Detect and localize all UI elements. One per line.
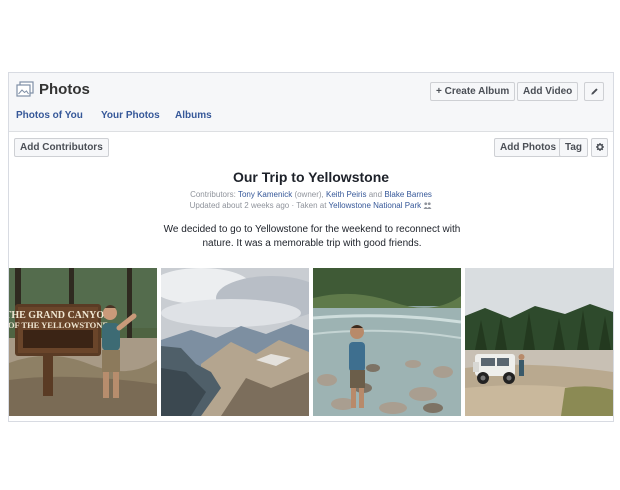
album-contributors: Contributors: Tony Kamenick (owner), Kei… — [9, 190, 613, 199]
album-description: We decided to go to Yellowstone for the … — [163, 224, 461, 249]
gear-icon — [596, 143, 604, 151]
tab-albums[interactable]: Albums — [175, 110, 212, 121]
edit-button[interactable] — [584, 82, 604, 101]
contributors-prefix: Contributors: — [190, 190, 236, 199]
contributor-link[interactable]: Blake Barnes — [384, 190, 432, 199]
tag-button[interactable]: Tag — [559, 138, 589, 157]
sign-text-line-2: OF THE YELLOWSTONE — [9, 320, 108, 330]
photo-jeep-parking — [465, 268, 613, 416]
photos-icon — [16, 81, 34, 97]
and-word: and — [368, 190, 383, 199]
contributor-link[interactable]: Keith Peiris — [326, 190, 366, 199]
create-album-button[interactable]: + Create Album — [430, 82, 516, 101]
photo-thumbnail[interactable]: THE GRAND CANYON OF THE YELLOWSTONE — [9, 268, 157, 416]
photo-mountain-vista — [161, 268, 309, 416]
owner-note: (owner), — [294, 190, 324, 199]
photo-thumbnail[interactable] — [313, 268, 461, 416]
photo-river-crossing — [313, 268, 461, 416]
people-icon — [423, 202, 432, 209]
add-video-button[interactable]: Add Video — [517, 82, 579, 101]
tab-photos-of-you[interactable]: Photos of You — [16, 110, 83, 121]
tab-your-photos[interactable]: Your Photos — [101, 110, 160, 121]
photos-header: Photos + Create Album Add Video Photos o… — [9, 73, 613, 132]
add-contributors-button[interactable]: Add Contributors — [14, 138, 109, 157]
settings-button[interactable] — [591, 138, 608, 157]
location-link[interactable]: Yellowstone National Park — [329, 201, 422, 210]
add-photos-button[interactable]: Add Photos — [494, 138, 563, 157]
photo-thumbnail[interactable] — [465, 268, 613, 416]
album-title: Our Trip to Yellowstone — [232, 169, 390, 185]
page-title: Photos — [39, 81, 90, 98]
contributor-link[interactable]: Tony Kamenick — [238, 190, 292, 199]
photo-grand-canyon-sign: THE GRAND CANYON OF THE YELLOWSTONE — [9, 268, 157, 416]
album-updated: Updated about 2 weeks ago · Taken at Yel… — [9, 201, 613, 210]
photo-thumbnail[interactable] — [161, 268, 309, 416]
pencil-icon — [591, 88, 598, 95]
album-page: Photos + Create Album Add Video Photos o… — [8, 72, 614, 422]
updated-text: Updated about 2 weeks ago · Taken at — [189, 201, 327, 210]
